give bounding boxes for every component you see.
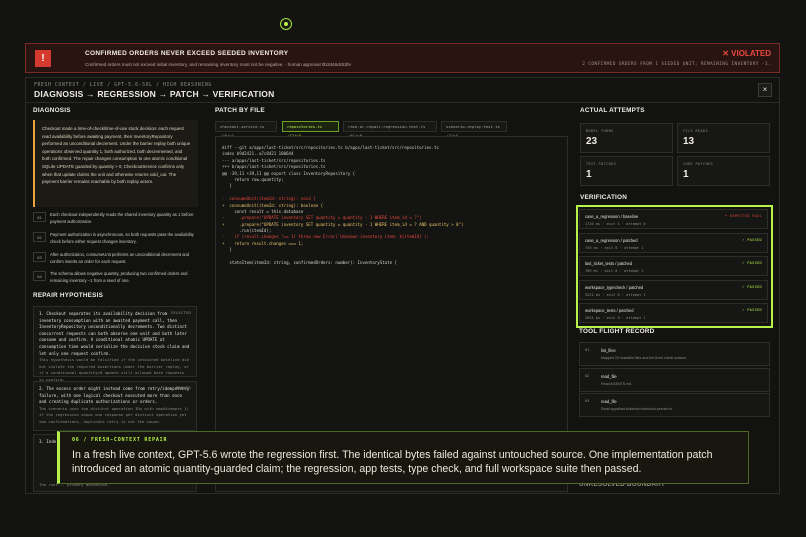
violation-status: ✕ VIOLATED bbox=[722, 49, 771, 58]
tool-call-number: 01 bbox=[585, 348, 590, 352]
hypothesis-falsifier: This hypothesis would be falsified if th… bbox=[39, 357, 189, 382]
verification-name: case_a_regression / patched bbox=[585, 237, 638, 243]
invariant-alert-banner: ! CONFIRMED ORDERS NEVER EXCEED SEEDED I… bbox=[25, 43, 780, 73]
verification-status-badge: ✓ PASSED bbox=[742, 261, 762, 265]
violation-detail: 2 CONFIRMED ORDERS FROM 1 SEEDED UNIT; R… bbox=[582, 62, 771, 67]
tab-repositories[interactable]: repositories.ts +12/−3 bbox=[282, 121, 339, 138]
stat-file-reads: FILE READS 13 bbox=[677, 123, 770, 153]
caption-overlay: 06 / FRESH-CONTEXT REPAIR In a fresh liv… bbox=[57, 431, 749, 484]
tool-call-detail: Read AGENTS.md. bbox=[601, 381, 633, 386]
hypothesis-body: Checkout separates its availability deci… bbox=[39, 311, 190, 356]
verification-meta: 2851 ms · exit 0 · attempt 1 bbox=[585, 316, 646, 320]
tool-call-number: 02 bbox=[585, 373, 590, 378]
patch-heading: PATCH BY FILE bbox=[215, 107, 265, 114]
stat-test-patches: TEST PATCHES 1 bbox=[580, 156, 673, 186]
step-number: 04 bbox=[33, 271, 46, 281]
verification-row[interactable]: case_a_regression / patched 749 ms · exit… bbox=[579, 232, 768, 253]
verification-name: case_a_regression / baseline bbox=[585, 214, 639, 219]
hypothesis-number: 1. bbox=[39, 311, 44, 316]
panel-title: DIAGNOSIS → REGRESSION → PATCH → VERIFIC… bbox=[34, 89, 275, 99]
header-divider bbox=[26, 102, 779, 103]
stat-label: MODEL TURNS bbox=[586, 129, 614, 133]
diagnosis-summary: Checkout made a time-of-check/time-of-us… bbox=[33, 120, 198, 207]
tool-flight-row[interactable]: 02 read_file Read AGENTS.md. bbox=[579, 367, 770, 392]
hypothesis-number: 2. bbox=[39, 386, 44, 391]
diff-line-del: - if (result.changes !== 1) throw new Er… bbox=[222, 234, 430, 240]
verification-meta: 3221 ms · exit 0 · attempt 1 bbox=[585, 292, 646, 297]
alert-title: CONFIRMED ORDERS NEVER EXCEED SEEDED INV… bbox=[85, 50, 289, 57]
step-number: 03 bbox=[33, 252, 46, 262]
caption-kicker: 06 / FRESH-CONTEXT REPAIR bbox=[72, 437, 168, 443]
tab-regression-test[interactable]: race-or-repair-regression.test.ts +61/−0 bbox=[343, 121, 437, 138]
status-dot-icon bbox=[280, 18, 292, 30]
hypothesis-badge: RANKED bbox=[175, 386, 191, 390]
step-number: 02 bbox=[33, 232, 46, 242]
stat-value: 1 bbox=[586, 169, 592, 180]
step-text: Each checkout independently reads the sh… bbox=[50, 212, 194, 224]
hypothesis-badge: SELECTED bbox=[170, 311, 191, 315]
verification-status-badge: • EXPECTED FAIL bbox=[725, 214, 762, 218]
diff-lines: diff --git a/apps/last-ticket/src/reposi… bbox=[222, 145, 464, 266]
tool-flight-record-heading: TOOL FLIGHT RECORD bbox=[579, 328, 655, 335]
repair-hypothesis-heading: REPAIR HYPOTHESIS bbox=[33, 292, 104, 299]
stat-label: TEST PATCHES bbox=[586, 162, 617, 166]
tool-call-name: read_file bbox=[601, 373, 617, 379]
tool-call-detail: Read apps/last-ticket/src/checkout-servi… bbox=[601, 407, 674, 411]
step-text: After authorization, consumeUnit perform… bbox=[50, 252, 190, 264]
verification-name: workspace_tests / patched bbox=[585, 308, 634, 313]
step-text: The schema allows negative quantity, pro… bbox=[50, 271, 188, 283]
verification-row[interactable]: case_a_regression / baseline 1720 ms · ex… bbox=[579, 209, 768, 229]
stat-label: CODE PATCHES bbox=[683, 162, 714, 166]
tool-call-detail: Mapped 25 readable files and the fixed c… bbox=[601, 356, 688, 360]
verification-meta: 1720 ms · exit 1 · attempt 0 bbox=[585, 222, 646, 226]
step-text: Payment authorization is asynchronous, s… bbox=[50, 232, 194, 244]
tool-call-name: list_files bbox=[601, 348, 616, 353]
hypothesis-falsifier: The scenario uses two distinct operation… bbox=[39, 405, 189, 424]
verification-row[interactable]: workspace_typecheck / patched 3221 ms · e… bbox=[579, 279, 768, 300]
hypothesis-card-selected[interactable]: SELECTED 1. Checkout separates its avail… bbox=[33, 306, 197, 382]
hypothesis-card[interactable]: RANKED 2. The excess order might instead… bbox=[33, 381, 197, 431]
tool-call-name: read_file bbox=[601, 399, 617, 404]
verification-status-badge: ✓ PASSED bbox=[742, 237, 762, 242]
diff-line-ctx: stateItem(itemId: string, confirmedOrder… bbox=[222, 260, 397, 266]
step-number: 01 bbox=[33, 212, 46, 222]
verification-status-badge: ✓ PASSED bbox=[742, 308, 762, 312]
verification-row[interactable]: last_ticket_tests / patched 789 ms · exit… bbox=[579, 256, 768, 276]
stat-model-turns: MODEL TURNS 23 bbox=[580, 123, 673, 153]
panel-kicker: FRESH CONTEXT / LIVE / GPT-5.6-SOL / HIG… bbox=[34, 83, 212, 88]
alert-subtitle: Confirmed orders must not exceed initial… bbox=[85, 62, 351, 67]
stat-value: 1 bbox=[683, 169, 689, 180]
close-button[interactable]: × bbox=[758, 83, 772, 97]
diagnosis-heading: DIAGNOSIS bbox=[33, 107, 71, 114]
actual-attempts-heading: ACTUAL ATTEMPTS bbox=[580, 107, 645, 114]
stat-value: 13 bbox=[683, 136, 695, 147]
hypothesis-number: 3. bbox=[39, 439, 44, 444]
verification-row[interactable]: workspace_tests / patched 2851 ms · exit … bbox=[579, 303, 768, 323]
hypothesis-body: The excess order might instead come from… bbox=[39, 386, 190, 405]
tool-call-number: 03 bbox=[585, 399, 590, 403]
tab-checkout-service[interactable]: checkout-service.ts +25/−1 bbox=[215, 121, 277, 138]
verification-status-badge: ✓ PASSED bbox=[742, 284, 762, 289]
verification-name: workspace_typecheck / patched bbox=[585, 284, 644, 290]
stat-code-patches: CODE PATCHES 1 bbox=[677, 156, 770, 186]
tool-flight-row[interactable]: 03 read_file Read apps/last-ticket/src/che… bbox=[579, 393, 770, 417]
tab-scenario-replay-test[interactable]: scenario-replay.test.ts +7/−3 bbox=[441, 121, 507, 138]
stat-label: FILE READS bbox=[683, 129, 709, 133]
caption-text: In a fresh live context, GPT-5.6 wrote t… bbox=[72, 449, 713, 475]
verification-heading: VERIFICATION bbox=[580, 194, 628, 201]
verification-meta: 749 ms · exit 0 · attempt 1 bbox=[585, 245, 644, 250]
verification-name: last_ticket_tests / patched bbox=[585, 261, 633, 266]
verification-meta: 789 ms · exit 0 · attempt 1 bbox=[585, 269, 644, 273]
patch-file-tabs: checkout-service.ts +25/−1 repositories.… bbox=[215, 121, 575, 138]
tool-flight-row[interactable]: 01 list_files Mapped 25 readable files and… bbox=[579, 342, 770, 366]
stat-value: 23 bbox=[586, 136, 598, 147]
alert-icon: ! bbox=[35, 50, 51, 67]
